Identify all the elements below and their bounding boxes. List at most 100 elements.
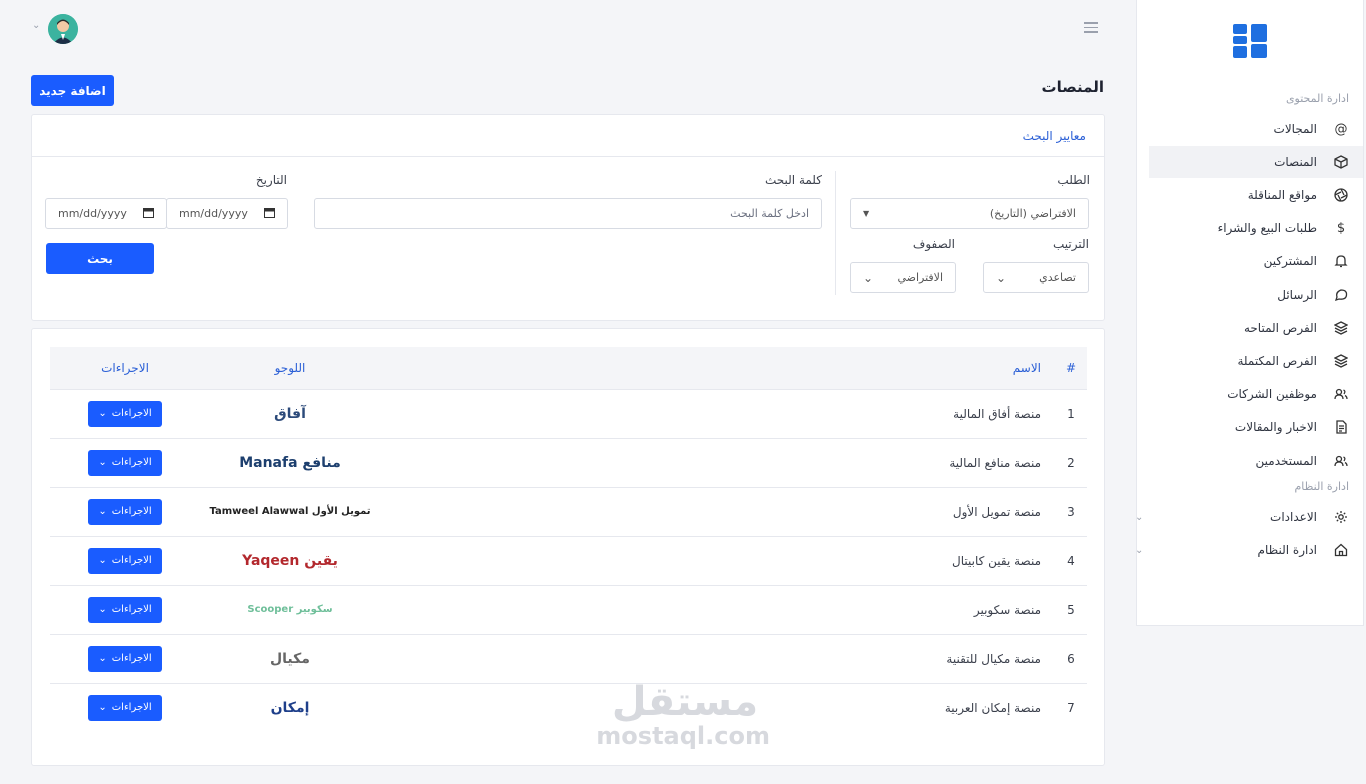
- date-label: التاريخ: [255, 173, 287, 187]
- search-button[interactable]: بحث: [46, 243, 154, 274]
- filter-divider: [835, 171, 836, 295]
- table-row: 4 منصة يقين كابيتال يقين Yaqeen الاجراءا…: [50, 536, 1087, 585]
- sidebar-item-orders[interactable]: $ طلبات البيع والشراء: [1149, 212, 1363, 244]
- chat-icon: [1333, 287, 1349, 303]
- chevron-down-icon: ⌄: [98, 604, 107, 615]
- hamburger-icon[interactable]: [1084, 22, 1098, 33]
- chevron-down-icon: ⌄: [98, 457, 107, 468]
- calendar-icon[interactable]: [143, 207, 154, 221]
- sidebar-item-system-admin[interactable]: ادارة النظام ⌄: [1135, 534, 1363, 566]
- sidebar-item-fields[interactable]: @ المجالات: [1149, 113, 1363, 145]
- table-row: 5 منصة سكوبير سكوبير Scooper الاجراءات ⌄: [50, 585, 1087, 634]
- chevron-down-icon: ⌄: [1135, 511, 1144, 523]
- chevron-down-icon: ⌄: [1135, 544, 1144, 556]
- dollar-icon: $: [1336, 220, 1346, 236]
- row-number: 4: [1067, 553, 1075, 568]
- section-content-label: ادارة المحتوى: [1285, 92, 1349, 105]
- sidebar-item-transfer-sites[interactable]: مواقع المناقلة: [1149, 179, 1363, 211]
- row-number: 1: [1067, 406, 1075, 421]
- actions-dropdown-button[interactable]: الاجراءات ⌄: [88, 400, 162, 427]
- actions-dropdown-button[interactable]: الاجراءات ⌄: [88, 498, 162, 525]
- layers-icon: [1333, 353, 1349, 369]
- platform-logo: سكوبير Scooper: [247, 604, 333, 615]
- platform-name: منصة يقين كابيتال: [951, 553, 1041, 568]
- platform-name: منصة منافع المالية: [949, 455, 1041, 470]
- sidebar-item-messages[interactable]: الرسائل: [1149, 279, 1363, 311]
- aperture-icon: [1333, 187, 1349, 203]
- table-row: 2 منصة منافع المالية منافع Manafa الاجرا…: [50, 438, 1087, 487]
- header-actions: الاجراءات: [101, 360, 149, 375]
- sidebar: ادارة المحتوى @ المجالات المنصات مواقع ا…: [1135, 0, 1364, 626]
- bell-icon: [1333, 253, 1349, 269]
- platform-logo: آفاق: [274, 405, 306, 422]
- platforms-table-card: # الاسم اللوجو الاجراءات 1 منصة أفاق الم…: [31, 328, 1105, 766]
- chevron-down-icon: ⌄: [98, 555, 107, 566]
- header-num: #: [1065, 360, 1077, 375]
- sidebar-item-subscribers[interactable]: المشتركين: [1149, 245, 1363, 277]
- chevron-down-icon: ⌄: [98, 702, 107, 714]
- sidebar-item-completed-opportunities[interactable]: الفرص المكتملة: [1149, 345, 1363, 377]
- actions-dropdown-button[interactable]: الاجراءات ⌄: [88, 694, 162, 721]
- rows-select[interactable]: الافتراضي ⌄: [850, 262, 956, 293]
- chevron-down-icon: ⌄: [996, 270, 1007, 285]
- platform-name: منصة سكوبير: [973, 602, 1041, 617]
- order-label: الطلب: [1057, 173, 1090, 187]
- sort-select[interactable]: تصاعدي ⌄: [983, 262, 1089, 293]
- keyword-input[interactable]: ادخل كلمة البحث: [314, 198, 822, 229]
- page-title: المنصات: [1041, 78, 1104, 96]
- at-icon: @: [1334, 121, 1348, 137]
- chevron-down-icon[interactable]: ⌄: [32, 20, 40, 31]
- sidebar-item-company-employees[interactable]: موظفين الشركات: [1149, 378, 1363, 410]
- sidebar-item-settings[interactable]: الاعدادات ⌄: [1135, 501, 1363, 533]
- sidebar-item-news[interactable]: الاخبار والمقالات: [1149, 411, 1363, 443]
- search-criteria-title: معايير البحث: [32, 115, 1104, 157]
- gear-icon: [1333, 509, 1349, 525]
- document-icon: [1333, 419, 1349, 435]
- actions-dropdown-button[interactable]: الاجراءات ⌄: [88, 596, 162, 623]
- calendar-icon[interactable]: [264, 207, 275, 221]
- row-number: 7: [1067, 700, 1075, 715]
- section-system-label: ادارة النظام: [1294, 480, 1350, 493]
- platform-logo: تمويل الأول Tamweel Alawwal: [209, 506, 371, 517]
- layers-icon: [1333, 320, 1349, 336]
- chevron-down-icon: ⌄: [863, 270, 874, 285]
- row-number: 6: [1067, 651, 1075, 666]
- caret-down-icon: ▼: [863, 209, 870, 218]
- cube-icon: [1333, 154, 1349, 170]
- table-row: 6 منصة مكيال للتقنية مكيال الاجراءات ⌄: [50, 634, 1087, 683]
- order-select[interactable]: الافتراضي (التاريخ) ▼: [850, 198, 1089, 229]
- rows-label: الصفوف: [912, 237, 955, 251]
- sort-label: الترتيب: [1053, 237, 1089, 251]
- platform-name: منصة إمكان العربية: [944, 700, 1041, 715]
- platform-name: منصة تمويل الأول: [952, 504, 1041, 519]
- table-row: 1 منصة أفاق المالية آفاق الاجراءات ⌄: [50, 389, 1087, 438]
- users-icon: [1333, 453, 1349, 469]
- sidebar-item-available-opportunities[interactable]: الفرص المتاحه: [1149, 312, 1363, 344]
- table-row: 7 منصة إمكان العربية إمكان الاجراءات ⌄: [50, 683, 1087, 732]
- platform-logo: إمكان: [270, 699, 310, 716]
- platform-logo: يقين Yaqeen: [242, 552, 338, 569]
- platform-logo: منافع Manafa: [239, 454, 341, 471]
- row-number: 3: [1067, 504, 1075, 519]
- actions-dropdown-button[interactable]: الاجراءات ⌄: [88, 645, 162, 672]
- chevron-down-icon: ⌄: [98, 408, 107, 419]
- platform-name: منصة مكيال للتقنية: [946, 651, 1041, 666]
- dashboard-logo-icon[interactable]: [1233, 24, 1267, 58]
- users-icon: [1333, 386, 1349, 402]
- actions-dropdown-button[interactable]: الاجراءات ⌄: [88, 449, 162, 476]
- chevron-down-icon: ⌄: [98, 653, 107, 664]
- sidebar-item-users[interactable]: المستخدمين: [1149, 445, 1363, 477]
- date-to-input[interactable]: mm/dd/yyyy: [45, 198, 167, 229]
- sidebar-item-platforms[interactable]: المنصات: [1149, 146, 1363, 178]
- user-avatar[interactable]: [48, 14, 78, 44]
- header-name: الاسم: [1012, 360, 1041, 375]
- add-new-button[interactable]: اضافة جديد: [31, 75, 114, 106]
- row-number: 2: [1067, 455, 1075, 470]
- platform-name: منصة أفاق المالية: [953, 406, 1041, 421]
- row-number: 5: [1067, 602, 1075, 617]
- actions-dropdown-button[interactable]: الاجراءات ⌄: [88, 547, 162, 574]
- chevron-down-icon: ⌄: [98, 506, 107, 517]
- platforms-table: # الاسم اللوجو الاجراءات 1 منصة أفاق الم…: [50, 347, 1087, 732]
- platform-logo: مكيال: [270, 650, 310, 667]
- date-from-input[interactable]: mm/dd/yyyy: [166, 198, 288, 229]
